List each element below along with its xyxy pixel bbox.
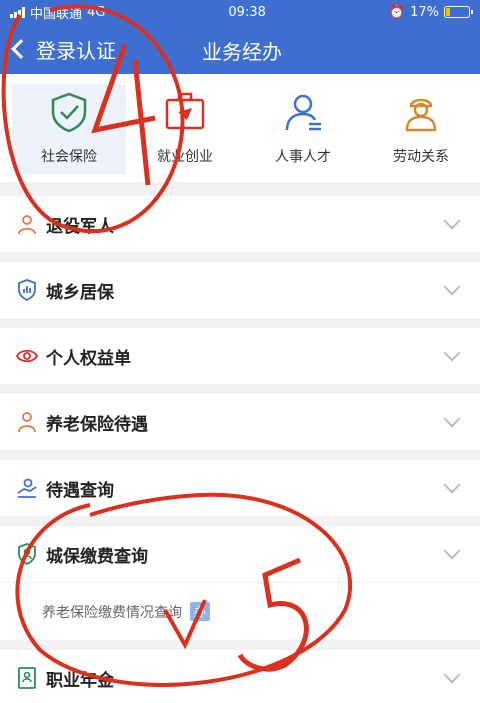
shield-chart-icon xyxy=(18,279,36,301)
battery-label: 17% xyxy=(410,4,439,20)
row-label: 养老保险待遇 xyxy=(46,414,148,435)
document-person-icon xyxy=(18,667,36,689)
back-arrow-icon xyxy=(11,39,31,59)
row-label: 退役军人 xyxy=(46,216,114,237)
handle-badge: 办 xyxy=(190,602,211,621)
chevron-down-icon xyxy=(443,212,461,230)
category-tabs: 社会保险 就业创业 人事人才 劳动关系 xyxy=(0,74,480,182)
chevron-down-icon xyxy=(443,410,461,428)
chevron-down-icon xyxy=(443,278,461,296)
briefcase-icon xyxy=(165,92,205,130)
row-personal-rights[interactable]: 个人权益单 xyxy=(0,328,480,384)
row-label: 待遇查询 xyxy=(46,480,114,501)
divider-band xyxy=(0,182,480,196)
battery-icon xyxy=(444,6,473,18)
eye-icon xyxy=(16,349,38,363)
nav-bar: 登录认证 业务经办 xyxy=(0,24,480,74)
subitem-label: 养老保险缴费情况查询 xyxy=(42,604,182,621)
chevron-down-icon xyxy=(443,344,461,362)
subitem-pension-payment-query[interactable]: 养老保险缴费情况查询 办 xyxy=(0,582,480,640)
row-city-insurance-payment[interactable]: 城保缴费查询 xyxy=(0,526,480,582)
status-bar: 中国联通 4G 09:38 ⏰ 17% xyxy=(0,0,480,24)
carrier-label: 中国联通 xyxy=(30,6,83,22)
chevron-down-icon xyxy=(443,542,461,560)
soldier-icon xyxy=(18,215,36,235)
row-label: 职业年金 xyxy=(46,670,114,691)
person-card-icon xyxy=(285,94,321,131)
row-urban-rural-insurance[interactable]: 城乡居保 xyxy=(0,262,480,318)
category-labor[interactable]: 劳动关系 xyxy=(362,84,480,182)
row-pension-benefits[interactable]: 养老保险待遇 xyxy=(0,394,480,450)
hand-money-icon xyxy=(17,478,37,498)
network-label: 4G xyxy=(87,4,106,20)
row-label: 城保缴费查询 xyxy=(46,546,148,567)
clock: 09:38 xyxy=(228,4,266,20)
shield-person-icon xyxy=(18,543,36,565)
page-title: 业务经办 xyxy=(202,40,282,64)
chevron-down-icon xyxy=(443,476,461,494)
row-occupational-annuity[interactable]: 职业年金 xyxy=(0,650,480,703)
category-label: 社会保险 xyxy=(41,149,97,165)
status-left: 中国联通 4G xyxy=(10,3,105,22)
category-employment[interactable]: 就业创业 xyxy=(126,84,244,182)
service-list: 退役军人 城乡居保 个人权益单 养老保险待遇 待遇查询 城保缴费查询 养老保险缴… xyxy=(0,196,480,703)
row-benefit-query[interactable]: 待遇查询 xyxy=(0,460,480,516)
category-label: 就业创业 xyxy=(157,149,213,165)
elder-icon xyxy=(18,412,36,433)
category-label: 劳动关系 xyxy=(393,149,449,165)
worker-icon xyxy=(405,98,437,132)
category-social-insurance[interactable]: 社会保险 xyxy=(12,84,126,174)
row-veterans[interactable]: 退役军人 xyxy=(0,196,480,252)
shield-check-icon xyxy=(51,92,87,133)
chevron-down-icon xyxy=(443,666,461,684)
signal-icon xyxy=(10,6,25,18)
category-label: 人事人才 xyxy=(275,149,331,165)
row-label: 个人权益单 xyxy=(46,348,131,369)
category-personnel[interactable]: 人事人才 xyxy=(244,84,362,182)
status-right: ⏰ 17% xyxy=(388,4,473,20)
back-button[interactable]: 登录认证 xyxy=(0,35,116,64)
row-label: 城乡居保 xyxy=(46,282,114,303)
alarm-icon: ⏰ xyxy=(388,4,406,20)
back-label: 登录认证 xyxy=(36,38,116,63)
